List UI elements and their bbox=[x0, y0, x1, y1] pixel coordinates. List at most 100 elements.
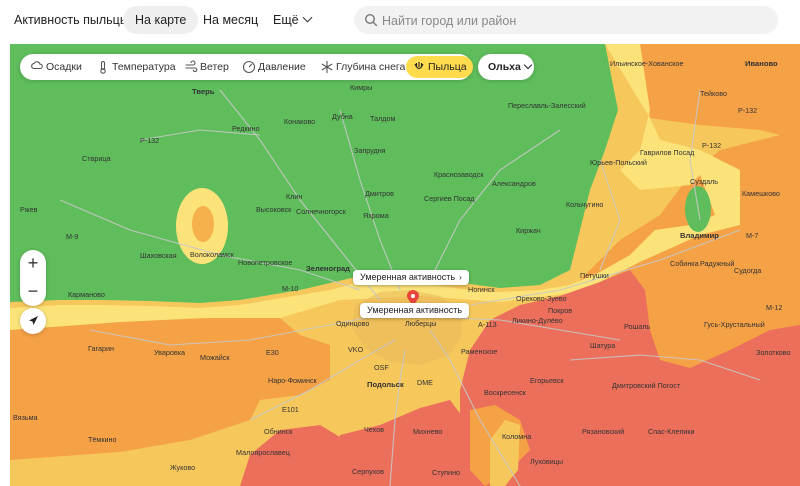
nav-pollen-activity[interactable]: Активность пыльцы bbox=[2, 6, 141, 34]
nav-on-map-tab[interactable]: На карте bbox=[123, 6, 199, 34]
road-label: E30 bbox=[266, 348, 279, 357]
city-label: Радужный bbox=[700, 259, 734, 268]
layer-precipitation-label: Осадки bbox=[46, 61, 82, 73]
city-label: Краснозаводск bbox=[434, 170, 484, 179]
thermometer-icon bbox=[100, 60, 106, 74]
city-label: Рошаль bbox=[624, 322, 650, 331]
city-label: Новопетровское bbox=[238, 258, 292, 267]
city-label: Гусь-Хрустальный bbox=[704, 320, 765, 329]
city-label: Камешково bbox=[742, 189, 780, 198]
city-label: Высоковск bbox=[256, 205, 292, 214]
activity-tooltip-lower[interactable]: Умеренная активность bbox=[360, 303, 470, 318]
city-label: Золотково bbox=[756, 348, 791, 357]
pressure-gauge-icon bbox=[242, 60, 256, 74]
pollen-heatmap: Тверь Кимры Дубна Талдом Конаково Редкин… bbox=[10, 44, 800, 486]
wind-icon bbox=[185, 60, 198, 73]
city-label: Петушки bbox=[580, 271, 609, 280]
layer-pressure[interactable]: Давление bbox=[236, 56, 312, 78]
layer-wind[interactable]: Ветер bbox=[178, 56, 235, 78]
city-label: Кимры bbox=[350, 83, 372, 92]
layer-snow-depth[interactable]: Глубина снега bbox=[314, 56, 411, 78]
city-label: Жуково bbox=[170, 463, 195, 472]
city-label: Можайск bbox=[200, 353, 230, 362]
location-arrow-icon bbox=[29, 316, 38, 325]
city-label: Конаково bbox=[284, 117, 315, 126]
city-label: Ступино bbox=[432, 468, 460, 477]
layer-temperature-label: Температура bbox=[112, 61, 176, 73]
chevron-down-icon bbox=[302, 12, 313, 23]
search-box[interactable] bbox=[354, 6, 778, 36]
road-label: M-12 bbox=[766, 303, 782, 312]
road-label: M-10 bbox=[282, 284, 298, 293]
airport-label: DME bbox=[417, 378, 433, 387]
city-label: Шатура bbox=[590, 341, 615, 350]
city-label: Михнево bbox=[413, 427, 442, 436]
layer-pressure-label: Давление bbox=[258, 61, 306, 73]
nav-pollen-activity-label: Активность пыльцы bbox=[14, 13, 129, 27]
city-label: Зеленоград bbox=[306, 264, 350, 273]
layer-pollen[interactable]: Пыльца bbox=[406, 56, 473, 78]
city-label: Суздаль bbox=[690, 177, 718, 186]
top-nav-bar: Активность пыльцы На карте На месяц Ещё bbox=[0, 0, 800, 44]
city-label: Переславль-Залесский bbox=[508, 101, 586, 110]
layer-temperature[interactable]: Температура bbox=[90, 56, 182, 78]
city-label: Рязановский bbox=[582, 427, 624, 436]
city-label: Серпухов bbox=[352, 467, 384, 476]
city-label: Гаврилов Посад bbox=[640, 148, 695, 157]
city-label: Владимир bbox=[680, 231, 719, 240]
city-label: Судогда bbox=[734, 266, 761, 275]
city-label: Раменское bbox=[461, 347, 497, 356]
city-label: Тейково bbox=[700, 89, 727, 98]
city-label: Юрьев-Польский bbox=[590, 158, 647, 167]
city-label: Редкино bbox=[232, 124, 260, 133]
nav-more-menu[interactable]: Ещё bbox=[261, 6, 323, 34]
chevron-right-icon: › bbox=[459, 273, 462, 282]
city-label: Покров bbox=[548, 306, 572, 315]
city-label: Старица bbox=[82, 154, 111, 163]
city-label: Тверь bbox=[192, 87, 215, 96]
city-label: Одинцово bbox=[336, 319, 369, 328]
city-label: Клин bbox=[286, 192, 302, 201]
city-label: Запрудня bbox=[354, 146, 386, 155]
chevron-down-icon bbox=[523, 60, 533, 70]
nav-more-label: Ещё bbox=[273, 13, 299, 27]
road-label: E101 bbox=[282, 405, 299, 414]
zoom-out-button[interactable]: − bbox=[20, 278, 46, 306]
road-label: P-132 bbox=[702, 141, 721, 150]
city-label: Наро-Фоминск bbox=[268, 376, 318, 385]
activity-tooltip-upper[interactable]: Умеренная активность › bbox=[353, 270, 469, 285]
layer-snow-depth-label: Глубина снега bbox=[336, 61, 406, 73]
city-label: Иваново bbox=[745, 59, 778, 68]
city-label: Дубна bbox=[332, 112, 353, 121]
city-label: Уваровка bbox=[154, 348, 185, 357]
city-label: Александров bbox=[492, 179, 536, 188]
map-layer-selector: Осадки Температура Ветер Давление Глубин… bbox=[20, 54, 473, 80]
airport-label: VKO bbox=[348, 345, 364, 354]
city-label: Талдом bbox=[370, 114, 395, 123]
city-label: Ильинское-Хованское bbox=[610, 59, 684, 68]
nav-monthly-tab[interactable]: На месяц bbox=[191, 6, 270, 34]
city-label: Яхрома bbox=[363, 211, 389, 220]
search-input[interactable] bbox=[380, 6, 774, 36]
city-label: Карманово bbox=[68, 290, 105, 299]
my-location-button[interactable] bbox=[20, 308, 46, 334]
layer-precipitation[interactable]: Осадки bbox=[24, 56, 88, 78]
zoom-in-button[interactable]: + bbox=[20, 250, 46, 278]
city-label: Волоколамск bbox=[190, 250, 235, 259]
activity-tooltip-upper-text: Умеренная активность bbox=[360, 272, 456, 282]
city-label: Сергиев Посад bbox=[424, 194, 475, 203]
city-label: Подольск bbox=[367, 380, 404, 389]
city-label: Ликино-Дулёво bbox=[512, 316, 563, 325]
road-label: A-113 bbox=[478, 320, 497, 329]
nav-on-map-label: На карте bbox=[135, 13, 187, 27]
plant-select-dropdown[interactable]: Ольха bbox=[478, 54, 534, 80]
city-label: Солнечногорск bbox=[296, 207, 347, 216]
road-label: M-7 bbox=[746, 231, 758, 240]
pollen-icon bbox=[414, 62, 424, 70]
pollen-map[interactable]: Тверь Кимры Дубна Талдом Конаково Редкин… bbox=[10, 44, 800, 486]
airport-label: OSF bbox=[374, 363, 389, 372]
city-label: Егорьевск bbox=[530, 376, 564, 385]
city-label: Воскресенск bbox=[484, 388, 527, 397]
city-label: Гагарин bbox=[88, 344, 114, 353]
city-label: Дмитров bbox=[365, 189, 394, 198]
